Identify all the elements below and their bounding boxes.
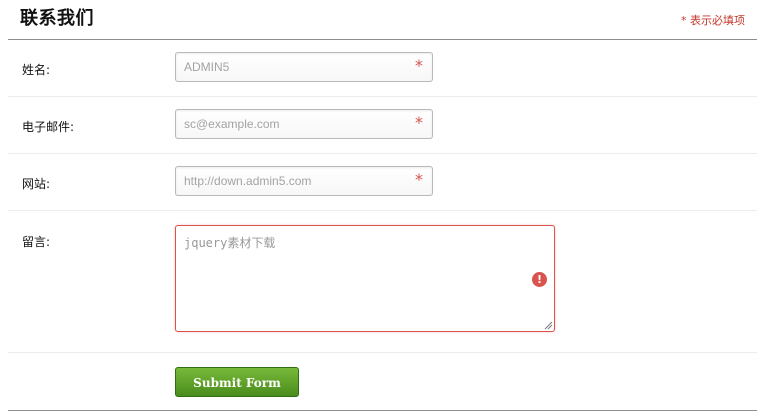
contact-page: 联系我们 * 表示必填项 姓名: * 电子邮件: * 网站: * 留言: ! bbox=[0, 0, 766, 415]
website-label: 网站: bbox=[22, 177, 51, 191]
name-row: 姓名: * bbox=[8, 40, 757, 97]
name-field[interactable]: * bbox=[175, 52, 433, 82]
submit-form-button[interactable]: Submit Form bbox=[175, 367, 299, 397]
exclamation-circle-icon: ! bbox=[532, 272, 547, 287]
name-input[interactable] bbox=[184, 59, 404, 75]
message-label: 留言: bbox=[22, 235, 51, 249]
form-header: 联系我们 * 表示必填项 bbox=[8, 0, 757, 40]
name-label: 姓名: bbox=[22, 63, 51, 77]
resize-grip-icon[interactable] bbox=[544, 321, 553, 330]
email-input[interactable] bbox=[184, 116, 404, 132]
message-row: 留言: ! bbox=[8, 211, 757, 353]
message-field[interactable]: ! bbox=[175, 225, 555, 332]
email-row: 电子邮件: * bbox=[8, 97, 757, 154]
message-textarea[interactable] bbox=[184, 234, 514, 320]
email-label: 电子邮件: bbox=[22, 120, 75, 134]
email-field[interactable]: * bbox=[175, 109, 433, 139]
page-title: 联系我们 bbox=[20, 8, 94, 29]
required-asterisk: * bbox=[415, 170, 423, 189]
required-note: * 表示必填项 bbox=[681, 14, 745, 27]
website-row: 网站: * bbox=[8, 154, 757, 211]
website-field[interactable]: * bbox=[175, 166, 433, 196]
website-input[interactable] bbox=[184, 173, 404, 189]
form-bottom-divider bbox=[8, 410, 757, 411]
required-asterisk: * bbox=[415, 56, 423, 75]
required-asterisk: * bbox=[415, 113, 423, 132]
